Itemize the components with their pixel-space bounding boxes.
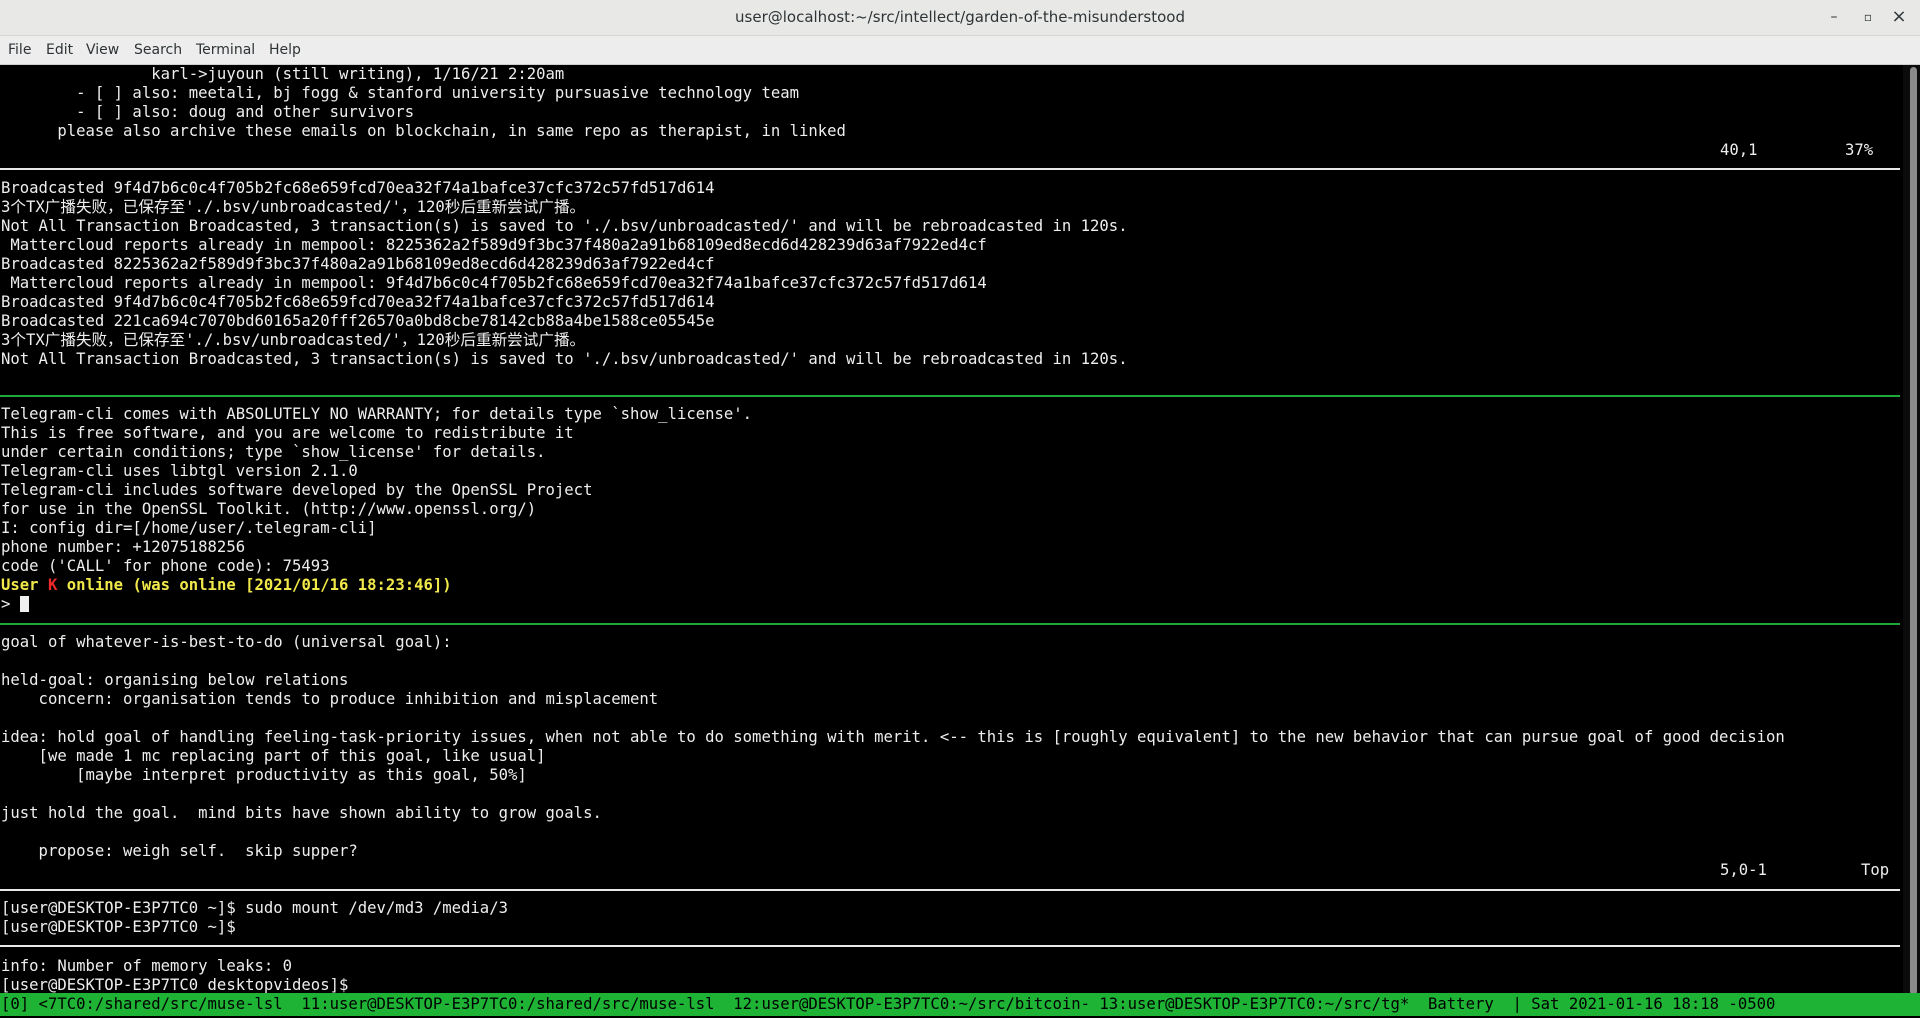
- terminal-line: for use in the OpenSSL Toolkit. (http://…: [1, 500, 537, 518]
- terminal-line: propose: weigh self. skip supper?: [1, 842, 358, 860]
- terminal-line: Broadcasted 221ca694c7070bd60165a20fff26…: [1, 312, 715, 330]
- terminal-line: idea: hold goal of handling feeling-task…: [1, 728, 1785, 746]
- online-suffix: online (was online [2021/01/16 18:23:46]…: [57, 576, 452, 594]
- terminal-line: Not All Transaction Broadcasted, 3 trans…: [1, 350, 1128, 368]
- terminal-line: Mattercloud reports already in mempool: …: [1, 236, 987, 254]
- pane-divider[interactable]: [0, 623, 1900, 625]
- terminal-line: Broadcasted 9f4d7b6c0c4f705b2fc68e659fcd…: [1, 293, 715, 311]
- terminal-line: goal of whatever-is-best-to-do (universa…: [1, 633, 452, 651]
- terminal-line: concern: organisation tends to produce i…: [1, 690, 659, 708]
- terminal-line: held-goal: organising below relations: [1, 671, 349, 689]
- terminal-line: Telegram-cli comes with ABSOLUTELY NO WA…: [1, 405, 753, 423]
- terminal-line: [user@DESKTOP-E3P7TC0 ~]$: [1, 918, 236, 936]
- online-prefix: User: [1, 576, 48, 594]
- terminal-line: - [ ] also: doug and other survivors: [1, 103, 415, 121]
- pane-divider[interactable]: [0, 395, 1900, 397]
- terminal-line: - [ ] also: meetali, bj fogg & stanford …: [1, 84, 799, 102]
- prompt-marker: >: [1, 595, 20, 613]
- vim-scroll-percent: Top: [1861, 861, 1890, 879]
- terminal-line: karl->juyoun (still writing), 1/16/21 2:…: [1, 65, 565, 83]
- tmux-status-bar: [0] <7TC0:/shared/src/muse-lsl 11:user@D…: [0, 993, 1920, 1016]
- menu-bar: File Edit View Search Terminal Help: [0, 36, 1920, 65]
- window-titlebar[interactable]: user@localhost:~/src/intellect/garden-of…: [0, 0, 1920, 36]
- terminal-scrollbar[interactable]: [1903, 65, 1920, 1001]
- online-status-line: User K online (was online [2021/01/16 18…: [1, 576, 452, 595]
- menu-edit[interactable]: Edit: [46, 36, 73, 64]
- terminal-line: [we made 1 mc replacing part of this goa…: [1, 747, 546, 765]
- terminal-line: info: Number of memory leaks: 0: [1, 957, 293, 975]
- terminal-line: This is free software, and you are welco…: [1, 424, 574, 442]
- close-icon[interactable]: ×: [1887, 6, 1911, 28]
- online-user: K: [47, 576, 58, 594]
- terminal-line: 3个TX广播失败，已保存至'./.bsv/unbroadcasted/'，120…: [1, 331, 586, 349]
- terminal-line: 3个TX广播失败，已保存至'./.bsv/unbroadcasted/'，120…: [1, 198, 586, 216]
- terminal-line: I: config dir=[/home/user/.telegram-cli]: [1, 519, 377, 537]
- telegram-prompt[interactable]: >: [1, 595, 29, 614]
- menu-view[interactable]: View: [86, 36, 119, 64]
- menu-file[interactable]: File: [8, 36, 31, 64]
- text-cursor: [19, 596, 29, 612]
- terminal-line: just hold the goal. mind bits have shown…: [1, 804, 602, 822]
- terminal-line: Mattercloud reports already in mempool: …: [1, 274, 987, 292]
- maximize-icon[interactable]: ▫: [1856, 6, 1880, 28]
- pane-divider[interactable]: [0, 889, 1900, 891]
- pane-divider[interactable]: [0, 945, 1900, 947]
- vim-scroll-percent: 37%: [1845, 141, 1874, 159]
- menu-search[interactable]: Search: [134, 36, 182, 64]
- terminal-line: please also archive these emails on bloc…: [1, 122, 846, 140]
- vim-cursor-position: 5,0-1: [1720, 861, 1767, 879]
- scrollbar-thumb[interactable]: [1910, 67, 1917, 995]
- tmux-window-list: [0] <7TC0:/shared/src/muse-lsl 11:user@D…: [1, 995, 1776, 1013]
- pane-divider[interactable]: [0, 168, 1900, 170]
- terminal-line: [user@DESKTOP-E3P7TC0 ~]$ sudo mount /de…: [1, 899, 508, 917]
- window-title: user@localhost:~/src/intellect/garden-of…: [735, 8, 1185, 26]
- terminal-line: [maybe interpret productivity as this go…: [1, 766, 527, 784]
- terminal-line: phone number: +12075188256: [1, 538, 246, 556]
- terminal-line: Not All Transaction Broadcasted, 3 trans…: [1, 217, 1128, 235]
- menu-terminal[interactable]: Terminal: [196, 36, 255, 64]
- terminal-line: Broadcasted 8225362a2f589d9f3bc37f480a2a…: [1, 255, 715, 273]
- terminal-line: Broadcasted 9f4d7b6c0c4f705b2fc68e659fcd…: [1, 179, 715, 197]
- terminal-area[interactable]: karl->juyoun (still writing), 1/16/21 2:…: [0, 65, 1920, 1018]
- terminal-line: Telegram-cli includes software developed…: [1, 481, 593, 499]
- terminal-line: Telegram-cli uses libtgl version 2.1.0: [1, 462, 358, 480]
- minimize-icon[interactable]: –: [1822, 6, 1846, 28]
- terminal-line: under certain conditions; type `show_lic…: [1, 443, 546, 461]
- menu-help[interactable]: Help: [269, 36, 301, 64]
- terminal-line: code ('CALL' for phone code): 75493: [1, 557, 330, 575]
- vim-cursor-position: 40,1: [1720, 141, 1758, 159]
